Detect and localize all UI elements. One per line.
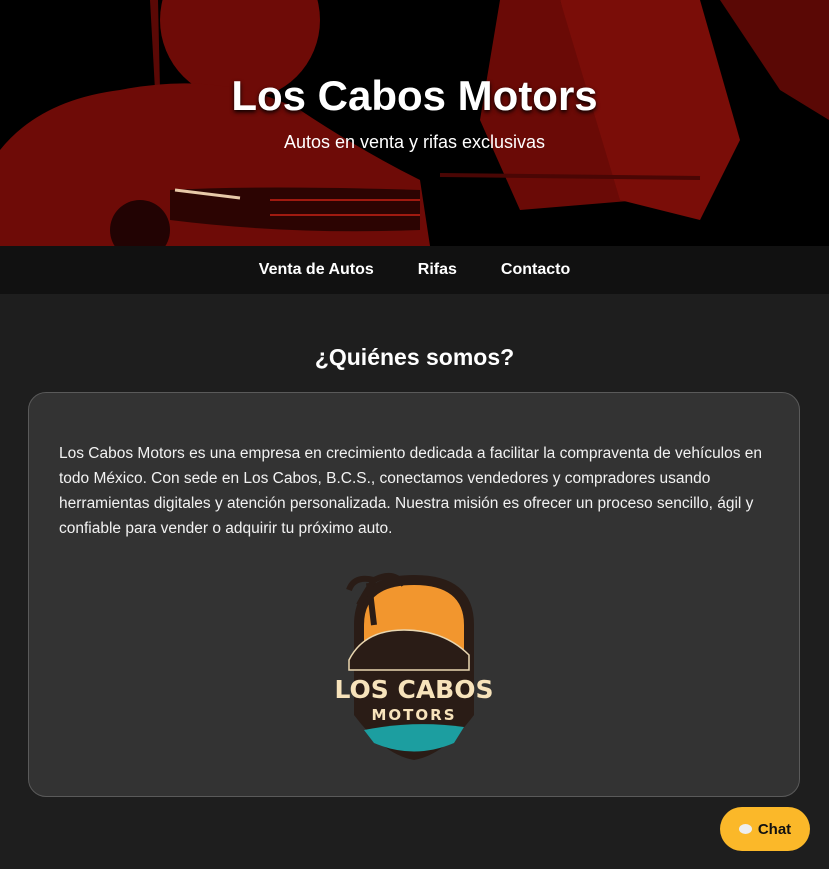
company-logo: LOS CABOS MOTORS bbox=[334, 573, 494, 760]
about-card: Los Cabos Motors es una empresa en creci… bbox=[28, 392, 800, 797]
site-title: Los Cabos Motors bbox=[231, 72, 598, 119]
nav-contacto[interactable]: Contacto bbox=[501, 261, 570, 279]
logo-text-line1: LOS CABOS bbox=[334, 675, 493, 704]
about-text: Los Cabos Motors es una empresa en creci… bbox=[59, 445, 763, 537]
nav-rifas[interactable]: Rifas bbox=[418, 261, 457, 279]
hero-banner: Los Cabos Motors Autos en venta y rifas … bbox=[0, 0, 829, 246]
main-nav: Venta de Autos Rifas Contacto bbox=[0, 246, 829, 294]
section-heading: ¿Quiénes somos? bbox=[314, 344, 515, 370]
site-subtitle: Autos en venta y rifas exclusivas bbox=[283, 132, 546, 152]
nav-venta-de-autos[interactable]: Venta de Autos bbox=[259, 261, 374, 279]
hero-car-illustration bbox=[0, 0, 829, 246]
speech-bubble-icon bbox=[738, 824, 752, 834]
logo-text-line2: MOTORS bbox=[371, 706, 456, 724]
chat-label: Chat bbox=[757, 820, 792, 838]
chat-button[interactable]: Chat bbox=[720, 807, 810, 851]
